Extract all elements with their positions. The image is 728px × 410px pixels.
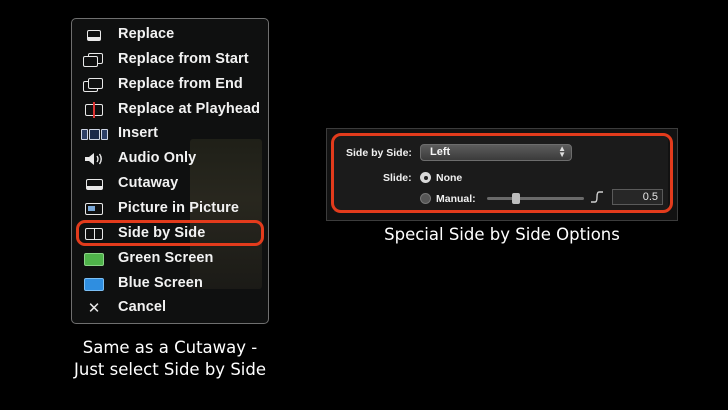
highlight-ring-options [331, 133, 673, 213]
speaker-icon [81, 150, 107, 168]
menu-item-replace-from-end[interactable]: Replace from End [72, 73, 268, 97]
menu-item-picture-in-picture[interactable]: Picture in Picture [72, 197, 268, 221]
menu-item-label: Green Screen [118, 250, 214, 266]
menu-item-label: Audio Only [118, 150, 197, 166]
menu-item-label: Blue Screen [118, 275, 203, 291]
close-icon: ✕ [87, 299, 101, 317]
replace-at-playhead-icon [81, 101, 107, 119]
menu-item-replace[interactable]: Replace [72, 23, 268, 47]
replace-from-end-icon [81, 76, 107, 94]
menu-item-label: Cancel [118, 299, 167, 315]
replace-icon [81, 26, 107, 44]
drop-action-menu: Replace Replace from Start Replace from … [71, 18, 269, 324]
caption-left: Same as a Cutaway - Just select Side by … [74, 338, 266, 379]
menu-item-audio-only[interactable]: Audio Only [72, 147, 268, 171]
menu-item-label: Replace [118, 26, 175, 42]
picture-in-picture-icon [81, 200, 107, 218]
menu-item-blue-screen[interactable]: Blue Screen [72, 272, 268, 296]
caption-right: Special Side by Side Options [384, 225, 620, 244]
menu-item-label: Replace at Playhead [118, 101, 261, 117]
menu-item-replace-from-start[interactable]: Replace from Start [72, 48, 268, 72]
menu-item-label: Replace from End [118, 76, 243, 92]
menu-item-label: Insert [118, 125, 159, 141]
green-screen-icon [81, 250, 107, 268]
blue-screen-icon [81, 275, 107, 293]
cutaway-icon [81, 175, 107, 193]
menu-item-replace-at-playhead[interactable]: Replace at Playhead [72, 98, 268, 122]
menu-item-cancel[interactable]: ✕ Cancel [72, 296, 268, 320]
menu-item-cutaway[interactable]: Cutaway [72, 172, 268, 196]
replace-from-start-icon [81, 51, 107, 69]
insert-icon [80, 125, 108, 143]
menu-item-label: Replace from Start [118, 51, 249, 67]
menu-item-label: Cutaway [118, 175, 179, 191]
menu-item-green-screen[interactable]: Green Screen [72, 247, 268, 271]
menu-item-insert[interactable]: Insert [72, 122, 268, 146]
menu-item-label: Picture in Picture [118, 200, 240, 216]
highlight-ring-side-by-side [76, 220, 264, 246]
